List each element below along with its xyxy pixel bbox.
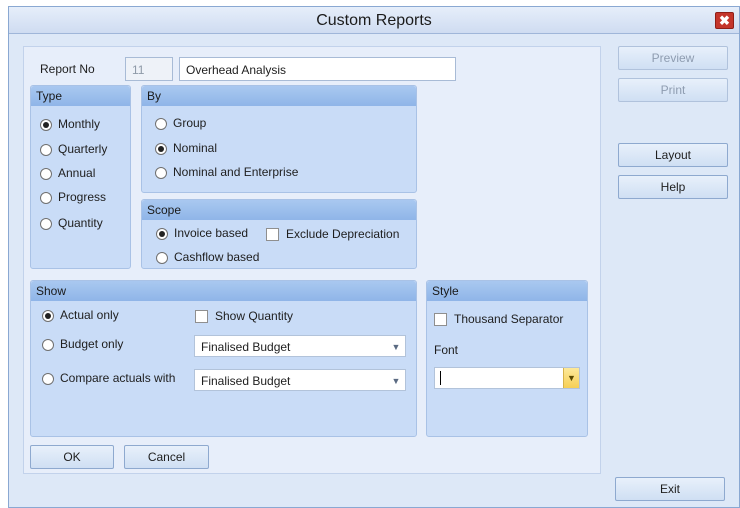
exclude-depreciation-label: Exclude Depreciation (286, 227, 400, 241)
report-no-label: Report No (40, 62, 95, 76)
help-button[interactable]: Help (618, 175, 728, 199)
type-group: Type Monthly Quarterly Annual Progress Q… (30, 85, 131, 269)
custom-reports-window: Custom Reports ✖ Report No 11 Overhead A… (8, 6, 740, 508)
show-quantity-checkbox[interactable] (195, 310, 208, 323)
by-option-label: Nominal (173, 141, 218, 155)
window-title: Custom Reports (316, 12, 432, 29)
preview-button[interactable]: Preview (618, 46, 728, 70)
scope-cashflow-label: Cashflow based (174, 250, 260, 264)
compare-select-value: Finalised Budget (201, 374, 291, 388)
scope-radio-invoice[interactable] (156, 228, 168, 240)
by-radio-nominal[interactable] (155, 143, 167, 155)
show-budget-label: Budget only (60, 337, 124, 351)
by-radio-nominal-enterprise[interactable] (155, 167, 167, 179)
cancel-button[interactable]: Cancel (124, 445, 209, 469)
thousand-separator-checkbox[interactable] (434, 313, 447, 326)
type-option-label: Monthly (58, 117, 101, 131)
show-group: Show Actual only Show Quantity Budget on… (30, 280, 417, 437)
exit-button[interactable]: Exit (615, 477, 725, 501)
type-radio-annual[interactable] (40, 168, 52, 180)
show-radio-budget[interactable] (42, 339, 54, 351)
type-radio-quantity[interactable] (40, 218, 52, 230)
font-select[interactable]: ▼ (434, 367, 580, 389)
by-option-label: Nominal and Enterprise (173, 165, 299, 179)
title-bar: Custom Reports ✖ (9, 7, 739, 34)
report-no-field[interactable]: 11 (125, 57, 173, 81)
scope-group-header: Scope (142, 200, 416, 220)
font-label: Font (434, 343, 459, 357)
chevron-down-icon[interactable]: ▼ (390, 341, 402, 353)
show-compare-label: Compare actuals with (60, 371, 176, 385)
by-group: By Group Nominal Nominal and Enterprise (141, 85, 417, 193)
style-group-header: Style (427, 281, 587, 301)
chevron-down-icon[interactable]: ▼ (563, 368, 579, 388)
by-radio-group[interactable] (155, 118, 167, 130)
layout-button[interactable]: Layout (618, 143, 728, 167)
by-option-label: Group (173, 116, 207, 130)
scope-invoice-label: Invoice based (174, 226, 249, 240)
chevron-down-icon[interactable]: ▼ (390, 375, 402, 387)
scope-group: Scope Invoice based Exclude Depreciation… (141, 199, 417, 269)
type-option-label: Progress (58, 190, 107, 204)
close-icon[interactable]: ✖ (715, 12, 734, 29)
budget-select-value: Finalised Budget (201, 340, 291, 354)
type-radio-quarterly[interactable] (40, 144, 52, 156)
show-quantity-label: Show Quantity (215, 309, 294, 323)
ok-button[interactable]: OK (30, 445, 114, 469)
report-name-field[interactable]: Overhead Analysis (179, 57, 456, 81)
show-group-header: Show (31, 281, 416, 301)
budget-select[interactable]: Finalised Budget ▼ (194, 335, 406, 357)
style-group: Style Thousand Separator Font ▼ (426, 280, 588, 437)
type-option-label: Quarterly (58, 142, 108, 156)
text-caret (440, 371, 441, 385)
type-radio-progress[interactable] (40, 192, 52, 204)
print-button[interactable]: Print (618, 78, 728, 102)
main-panel: Report No 11 Overhead Analysis Type Mont… (23, 46, 601, 474)
show-actual-label: Actual only (60, 308, 119, 322)
exclude-depreciation-checkbox[interactable] (266, 228, 279, 241)
thousand-separator-label: Thousand Separator (454, 312, 564, 326)
by-group-header: By (142, 86, 416, 106)
type-option-label: Quantity (58, 216, 103, 230)
show-radio-compare[interactable] (42, 373, 54, 385)
compare-select[interactable]: Finalised Budget ▼ (194, 369, 406, 391)
type-option-label: Annual (58, 166, 96, 180)
type-radio-monthly[interactable] (40, 119, 52, 131)
show-radio-actual[interactable] (42, 310, 54, 322)
scope-radio-cashflow[interactable] (156, 252, 168, 264)
type-group-header: Type (31, 86, 130, 106)
